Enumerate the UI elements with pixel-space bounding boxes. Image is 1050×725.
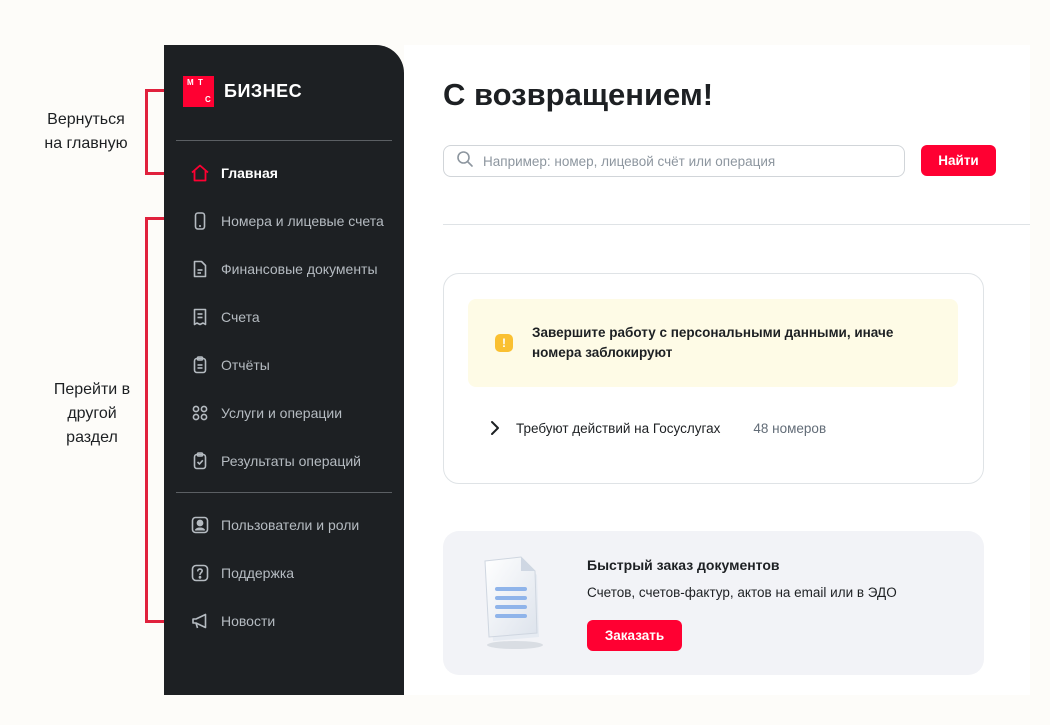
sidebar-item-bills[interactable]: Счета <box>190 305 260 329</box>
sidebar-item-label: Результаты операций <box>221 453 362 469</box>
sidebar-divider <box>176 140 392 141</box>
search-input[interactable] <box>483 153 893 169</box>
logo-letter: Т <box>198 78 203 87</box>
mts-logo-icon: М Т С <box>183 76 214 107</box>
sidebar-item-numbers[interactable]: Номера и лицевые счета <box>190 209 384 233</box>
sidebar-item-reports[interactable]: Отчёты <box>190 353 270 377</box>
annotation-section-hint: Перейти в другой раздел <box>53 381 131 446</box>
sidebar-item-users-roles[interactable]: Пользователи и роли <box>190 513 359 537</box>
sidebar-item-label: Главная <box>221 165 278 181</box>
mts-business-logo[interactable]: М Т С БИЗНЕС <box>183 76 302 107</box>
expander-label: Требуют действий на Госуслугах <box>516 420 721 436</box>
report-icon <box>190 355 210 375</box>
user-icon <box>190 515 210 535</box>
sidebar-item-support[interactable]: Поддержка <box>190 561 294 585</box>
main-divider <box>443 224 1030 225</box>
warning-banner: ! Завершите работу с персональными данны… <box>468 299 958 387</box>
sidebar-item-label: Пользователи и роли <box>221 517 360 533</box>
page-title: С возвращением! <box>443 77 714 112</box>
home-icon <box>190 163 210 183</box>
promo-title: Быстрый заказ документов <box>587 557 780 573</box>
sidebar-item-label: Отчёты <box>221 357 270 373</box>
search-button[interactable]: Найти <box>921 145 996 176</box>
warning-message: Завершите работу с персональными данными… <box>532 325 894 360</box>
order-button[interactable]: Заказать <box>587 620 682 651</box>
gosuslugi-numbers-expander[interactable]: Требуют действий на Госуслугах 48 номеро… <box>490 419 826 437</box>
search-field[interactable] <box>443 145 905 177</box>
numbers-count: 48 номеров <box>753 420 827 436</box>
sidebar-item-label: Новости <box>221 613 276 629</box>
sidebar-divider <box>176 492 392 493</box>
search-icon <box>456 150 474 173</box>
chevron-right-icon <box>490 419 504 437</box>
warning-icon: ! <box>495 334 513 352</box>
checklist-icon <box>190 451 210 471</box>
sidebar-item-home[interactable]: Главная <box>190 161 278 185</box>
sidebar-item-label: Счета <box>221 309 260 325</box>
sidebar-item-label: Услуги и операции <box>221 405 343 421</box>
main-content: С возвращением! Найти ! Завершите работу… <box>404 45 1030 695</box>
promo-subtitle: Счетов, счетов-фактур, актов на email ил… <box>587 585 897 600</box>
sidebar: М Т С БИЗНЕС Главная Номера и лицевые сч… <box>164 45 404 695</box>
help-icon <box>190 563 210 583</box>
sidebar-item-label: Финансовые документы <box>221 261 378 277</box>
annotation-home-hint: Вернуться на главную <box>44 111 128 152</box>
receipt-icon <box>190 307 210 327</box>
sidebar-item-services[interactable]: Услуги и операции <box>190 401 342 425</box>
sidebar-item-operation-results[interactable]: Результаты операций <box>190 449 361 473</box>
logo-letter: М <box>187 78 194 87</box>
phone-icon <box>190 211 210 231</box>
services-grid-icon <box>190 403 210 423</box>
quick-document-order-card: Быстрый заказ документов Счетов, счетов-… <box>443 531 984 675</box>
personal-data-warning-card: ! Завершите работу с персональными данны… <box>443 273 984 484</box>
document-stack-icon <box>479 551 549 651</box>
megaphone-icon <box>190 611 210 631</box>
logo-letter: С <box>205 95 211 104</box>
sidebar-item-finance-docs[interactable]: Финансовые документы <box>190 257 378 281</box>
document-icon <box>190 259 210 279</box>
sidebar-item-news[interactable]: Новости <box>190 609 275 633</box>
sidebar-item-label: Поддержка <box>221 565 295 581</box>
sidebar-item-label: Номера и лицевые счета <box>221 213 384 229</box>
logo-text: БИЗНЕС <box>224 81 303 101</box>
